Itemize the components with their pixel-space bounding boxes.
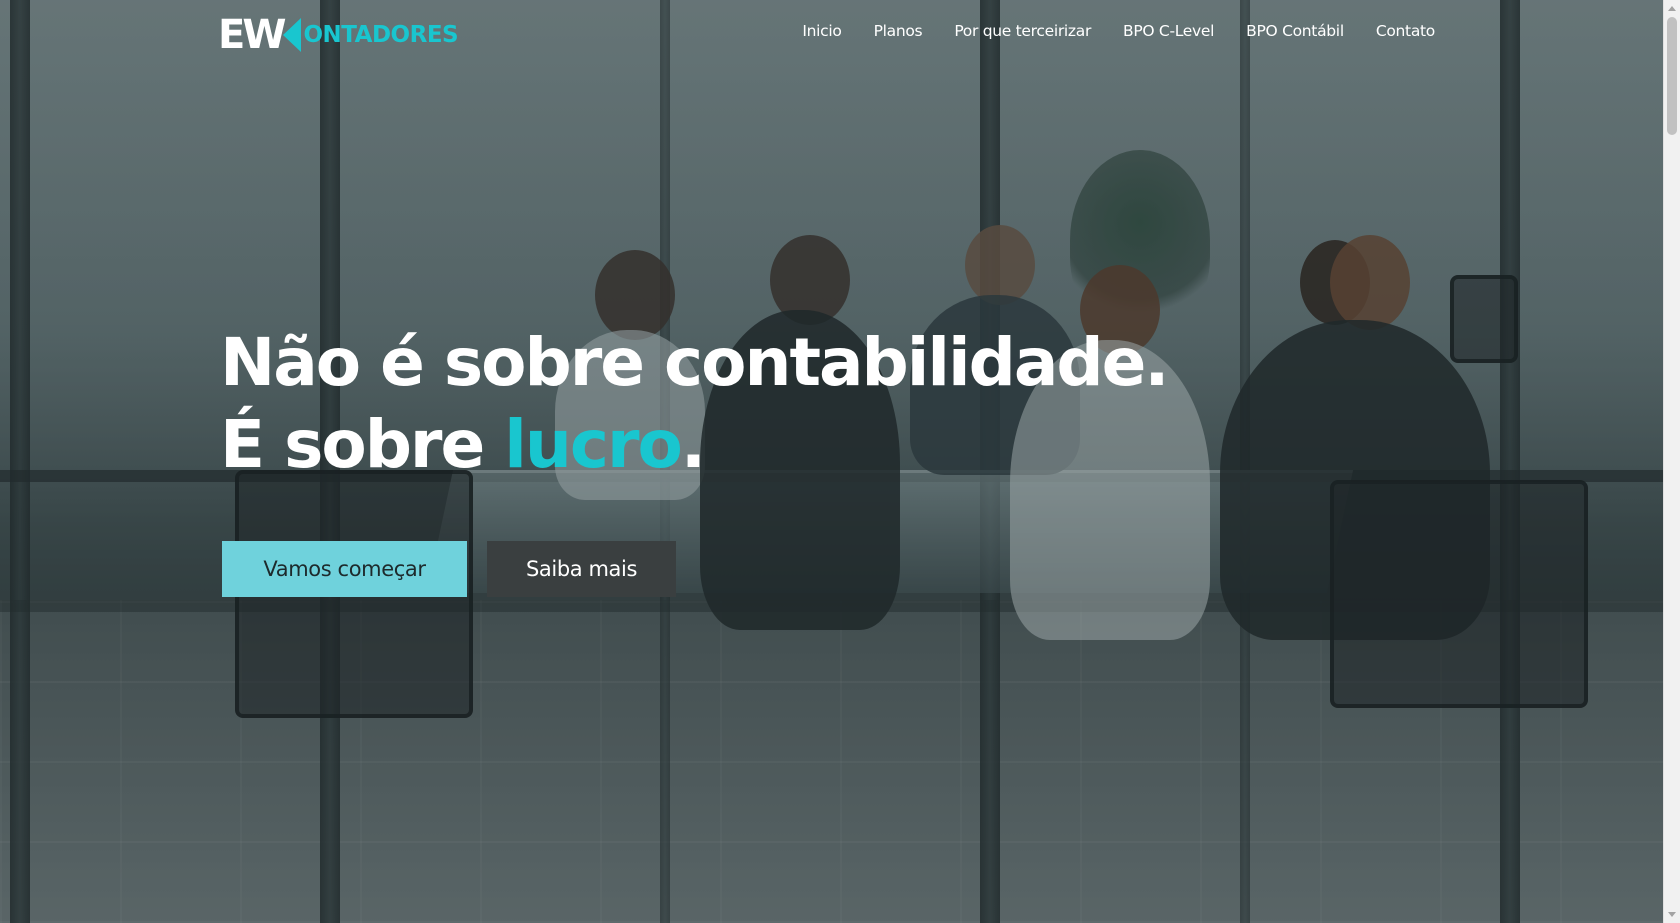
headline-period: . <box>680 406 706 483</box>
hero-actions: Vamos começar Saiba mais <box>222 541 676 597</box>
nav-item-bpo-c-level[interactable]: BPO C-Level <box>1123 22 1214 40</box>
nav-item-bpo-contabil[interactable]: BPO Contábil <box>1246 22 1344 40</box>
site-header: EW ONTADORES Inicio Planos Por que terce… <box>0 0 1664 70</box>
logo-chevron-icon <box>283 18 302 52</box>
scroll-up-icon[interactable] <box>1668 6 1676 11</box>
hero-headline: Não é sobre contabilidade. É sobre lucro… <box>220 322 1170 486</box>
headline-accent-word: lucro <box>504 406 683 483</box>
nav-item-inicio[interactable]: Inicio <box>802 22 842 40</box>
scrollbar-thumb[interactable] <box>1667 17 1677 135</box>
headline-prefix: É sobre <box>220 406 505 483</box>
nav-item-por-que-terceirizar[interactable]: Por que terceirizar <box>954 22 1091 40</box>
logo-mark: EW <box>218 12 286 58</box>
logo[interactable]: EW ONTADORES <box>218 12 459 58</box>
scroll-down-icon[interactable] <box>1668 912 1676 917</box>
saiba-mais-button[interactable]: Saiba mais <box>487 541 676 597</box>
landing-page: EW ONTADORES Inicio Planos Por que terce… <box>0 0 1680 923</box>
main-nav: Inicio Planos Por que terceirizar BPO C-… <box>802 22 1435 40</box>
nav-item-contato[interactable]: Contato <box>1376 22 1435 40</box>
logo-wordmark: ONTADORES <box>303 22 459 48</box>
headline-line-1: Não é sobre contabilidade. <box>220 324 1170 401</box>
headline-line-2: É sobre lucro. <box>220 404 1168 486</box>
nav-item-planos[interactable]: Planos <box>874 22 923 40</box>
page-scrollbar[interactable] <box>1663 0 1680 923</box>
vamos-comecar-button[interactable]: Vamos começar <box>222 541 467 597</box>
